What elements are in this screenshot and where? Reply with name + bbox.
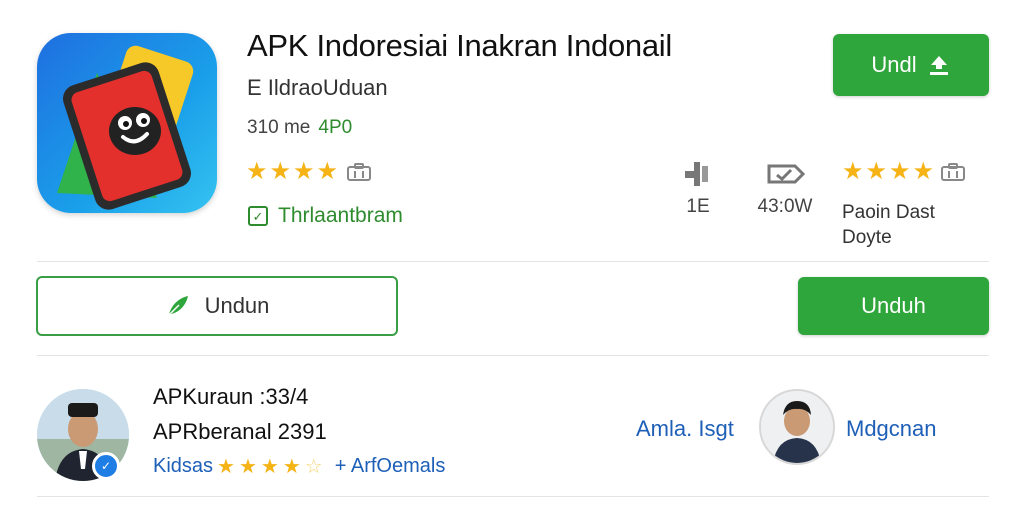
- star-icon: ★: [238, 455, 257, 478]
- phone-face-icon: [57, 45, 194, 210]
- star-icon: ★: [889, 158, 911, 185]
- review-meta: Kidsas ★ ★ ★ ★ ☆ + ArfOemals: [153, 455, 445, 478]
- app-icon[interactable]: [37, 33, 217, 213]
- app-rating: ★ ★ ★ ★: [246, 160, 372, 184]
- app-badge: 4P0: [318, 117, 353, 138]
- review-subtitle: APRberanal 2391: [153, 419, 327, 444]
- star-icon: ★: [217, 455, 235, 478]
- app-detail-page: APK Indoresiai Inakran Indonail E Ildrao…: [0, 0, 1024, 512]
- download-button-top[interactable]: Undl: [833, 34, 989, 96]
- stat-tag-value: 43:0W: [757, 196, 813, 217]
- side-label-line2: Doyte: [842, 227, 892, 248]
- app-title: APK Indoresiai Inakran Indonail: [247, 28, 672, 63]
- review-meta-label: Kidsas: [153, 455, 214, 477]
- divider: [37, 355, 989, 356]
- verified-row: ✓ Thrlaantbram: [248, 204, 403, 228]
- solid-button-label: Unduh: [861, 293, 926, 318]
- download-icon: [929, 56, 948, 75]
- star-icon: ★: [842, 158, 864, 185]
- star-outline-icon: ☆: [304, 455, 323, 478]
- outline-button-label: Undun: [204, 293, 270, 318]
- person-avatar-icon: [761, 391, 833, 463]
- review-link[interactable]: Amla. Isgt: [636, 416, 734, 442]
- author-avatar[interactable]: [759, 389, 835, 465]
- side-label-line1: Paoin Dast: [842, 202, 935, 223]
- verified-label: Thrlaantbram: [278, 204, 403, 227]
- star-icon: ★: [293, 158, 315, 185]
- star-icon: ★: [246, 158, 268, 185]
- star-icon: ★: [260, 455, 279, 478]
- side-rating-label: Paoin Dast Doyte: [842, 200, 935, 250]
- check-icon: ✓: [248, 206, 268, 226]
- stat-signal-value: 1E: [686, 196, 710, 217]
- stat-signal: 1E: [672, 160, 724, 218]
- star-icon: ★: [269, 158, 292, 185]
- briefcase-icon: [941, 163, 966, 181]
- review-title: APKuraun :33/4: [153, 384, 309, 409]
- author-name[interactable]: Mdgcnan: [846, 416, 937, 442]
- app-meta-row: 310 me 4P0: [247, 117, 352, 139]
- solid-download-button[interactable]: Unduh: [798, 277, 989, 335]
- app-size: 310 me: [247, 117, 311, 138]
- star-icon: ★: [865, 158, 888, 185]
- developer-name[interactable]: E IldraoUduan: [247, 75, 388, 101]
- download-button-label: Undl: [871, 52, 917, 77]
- side-rating: ★ ★ ★ ★: [842, 160, 966, 184]
- star-icon: ★: [316, 158, 339, 185]
- divider: [37, 261, 989, 262]
- stat-tag: 43:0W: [745, 160, 825, 218]
- star-icon: ★: [282, 455, 301, 478]
- review-meta-extra[interactable]: + ArfOemals: [335, 455, 446, 478]
- leaf-icon: [168, 296, 188, 316]
- outline-download-button[interactable]: Undun: [36, 276, 398, 336]
- briefcase-icon: [347, 163, 372, 181]
- signal-icon: [685, 162, 708, 186]
- verified-badge-icon: ✓: [92, 452, 120, 480]
- tag-icon: [767, 164, 805, 184]
- divider: [37, 496, 989, 497]
- star-icon: ★: [912, 158, 935, 185]
